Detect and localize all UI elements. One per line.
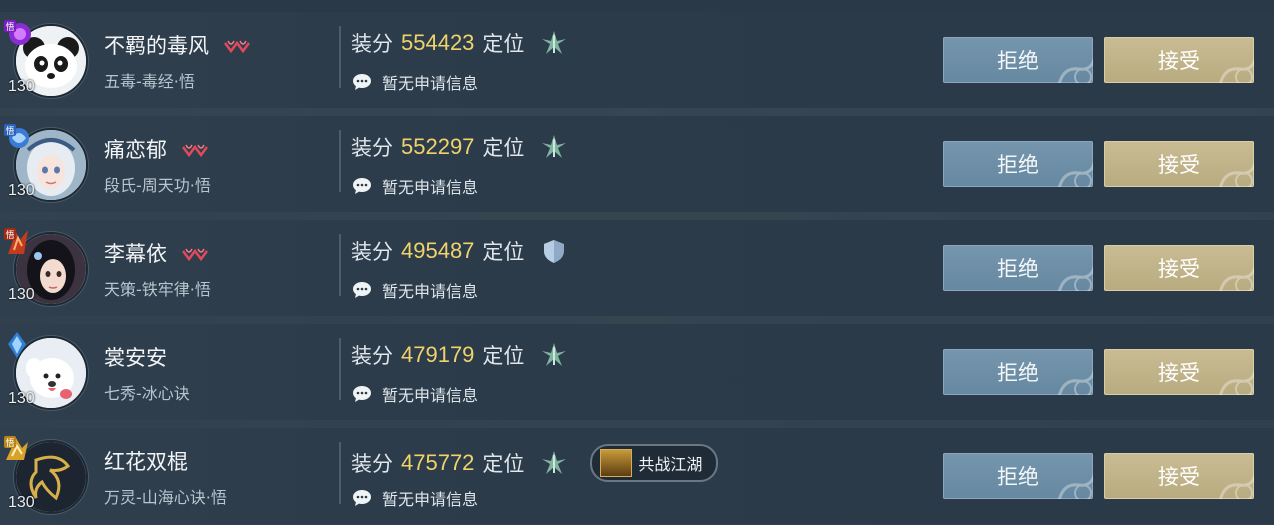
svg-text:悟: 悟 bbox=[5, 125, 14, 137]
divider bbox=[339, 338, 341, 400]
accept-button[interactable]: 接受 bbox=[1104, 141, 1254, 187]
red-heart-badge-icon bbox=[181, 144, 208, 158]
tank-shield-role-icon bbox=[544, 240, 565, 263]
reject-button[interactable]: 拒绝 bbox=[943, 349, 1093, 395]
message-line: 暂无申请信息 bbox=[352, 486, 478, 510]
score-line: 装分 552297 定位 bbox=[351, 132, 568, 162]
score-value: 554423 bbox=[401, 30, 475, 55]
applicant-row: 悟 130 痛恋郁 段氏-周天功·悟 装分 552297 定位 暂无申请信息 拒… bbox=[0, 116, 1274, 220]
svg-text:悟: 悟 bbox=[5, 229, 14, 241]
divider bbox=[339, 442, 341, 504]
level-label: 130 bbox=[8, 182, 35, 199]
accept-button[interactable]: 接受 bbox=[1104, 37, 1254, 83]
dps-role-icon bbox=[542, 31, 567, 54]
accept-button[interactable]: 接受 bbox=[1104, 453, 1254, 499]
level-label: 130 bbox=[8, 390, 35, 407]
divider bbox=[339, 26, 341, 88]
cloud-pattern-icon bbox=[1058, 369, 1093, 395]
message-line: 暂无申请信息 bbox=[352, 70, 478, 94]
avatar-group: 悟 130 bbox=[2, 124, 92, 212]
reject-button[interactable]: 拒绝 bbox=[943, 245, 1093, 291]
avatar-group: 悟 130 bbox=[2, 436, 92, 524]
cloud-pattern-icon bbox=[1219, 57, 1254, 83]
school-label: 天策-铁牢律·悟 bbox=[104, 280, 211, 299]
cloud-pattern-icon bbox=[1058, 265, 1093, 291]
accept-button[interactable]: 接受 bbox=[1104, 349, 1254, 395]
player-name: 红花双棍 bbox=[104, 450, 188, 474]
score-value: 479179 bbox=[401, 342, 475, 367]
avatar-group: 悟 130 bbox=[2, 20, 92, 108]
red-heart-badge-icon bbox=[223, 40, 250, 54]
dps-role-icon bbox=[542, 343, 567, 366]
applicant-list: 悟 130 不羁的毒风 五毒-毒经·悟 装分 554423 定位 暂无申请信息 … bbox=[0, 0, 1274, 525]
school-label: 五毒-毒经·悟 bbox=[104, 72, 195, 91]
score-line: 装分 479179 定位 bbox=[351, 340, 568, 370]
level-label: 130 bbox=[8, 494, 35, 511]
cloud-pattern-icon bbox=[1219, 473, 1254, 499]
applicant-row: 130 裳安安 七秀-冰心诀 装分 479179 定位 暂无申请信息 拒绝 接受 bbox=[0, 324, 1274, 428]
school-label: 七秀-冰心诀 bbox=[104, 384, 190, 403]
reject-button[interactable]: 拒绝 bbox=[943, 37, 1093, 83]
player-name: 不羁的毒风 bbox=[104, 30, 252, 60]
chat-bubble-icon bbox=[353, 178, 371, 194]
red-heart-badge-icon bbox=[181, 248, 208, 262]
accept-button[interactable]: 接受 bbox=[1104, 245, 1254, 291]
player-name: 李幕依 bbox=[104, 238, 210, 268]
reject-button[interactable]: 拒绝 bbox=[943, 141, 1093, 187]
message-line: 暂无申请信息 bbox=[352, 278, 478, 302]
svg-text:悟: 悟 bbox=[5, 21, 14, 33]
level-label: 130 bbox=[8, 78, 35, 95]
score-value: 495487 bbox=[401, 238, 475, 263]
divider bbox=[339, 234, 341, 296]
sect-icon: 悟 bbox=[4, 228, 28, 254]
message-line: 暂无申请信息 bbox=[352, 174, 478, 198]
avatar-group: 130 bbox=[2, 332, 92, 420]
dps-role-icon bbox=[542, 135, 567, 158]
score-line: 装分 475772 定位 共战江湖 bbox=[351, 444, 719, 482]
applicant-row: 悟 130 不羁的毒风 五毒-毒经·悟 装分 554423 定位 暂无申请信息 … bbox=[0, 12, 1274, 116]
cloud-pattern-icon bbox=[1058, 473, 1093, 499]
avatar-group: 悟 130 bbox=[2, 228, 92, 316]
divider bbox=[339, 130, 341, 192]
chat-bubble-icon bbox=[353, 386, 371, 402]
applicant-row: 悟 130 李幕依 天策-铁牢律·悟 装分 495487 定位 暂无申请信息 拒… bbox=[0, 220, 1274, 324]
cloud-pattern-icon bbox=[1058, 161, 1093, 187]
cloud-pattern-icon bbox=[1219, 161, 1254, 187]
cloud-pattern-icon bbox=[1219, 265, 1254, 291]
svg-text:悟: 悟 bbox=[5, 437, 14, 449]
applicant-row: 悟 130 红花双棍 万灵-山海心诀·悟 装分 475772 定位 共战江湖 暂… bbox=[0, 428, 1274, 525]
player-name: 痛恋郁 bbox=[104, 134, 210, 164]
sect-icon: 悟 bbox=[4, 124, 29, 148]
school-label: 万灵-山海心诀·悟 bbox=[104, 488, 227, 507]
message-line: 暂无申请信息 bbox=[352, 382, 478, 406]
score-line: 装分 495487 定位 bbox=[351, 236, 568, 266]
dps-role-icon bbox=[542, 451, 567, 474]
score-value: 475772 bbox=[401, 450, 475, 475]
cloud-pattern-icon bbox=[1219, 369, 1254, 395]
sect-icon: 悟 bbox=[4, 20, 31, 45]
sect-icon bbox=[8, 332, 26, 358]
player-name: 裳安安 bbox=[104, 346, 167, 370]
reject-button[interactable]: 拒绝 bbox=[943, 453, 1093, 499]
cloud-pattern-icon bbox=[1058, 57, 1093, 83]
level-label: 130 bbox=[8, 286, 35, 303]
school-label: 段氏-周天功·悟 bbox=[104, 176, 211, 195]
score-value: 552297 bbox=[401, 134, 475, 159]
warrior-silhouette-icon bbox=[600, 449, 633, 477]
score-line: 装分 554423 定位 bbox=[351, 28, 568, 58]
sect-icon: 悟 bbox=[4, 436, 28, 460]
chat-bubble-icon bbox=[353, 490, 371, 506]
coop-tag[interactable]: 共战江湖 bbox=[590, 444, 719, 482]
chat-bubble-icon bbox=[353, 282, 371, 298]
chat-bubble-icon bbox=[353, 74, 371, 90]
